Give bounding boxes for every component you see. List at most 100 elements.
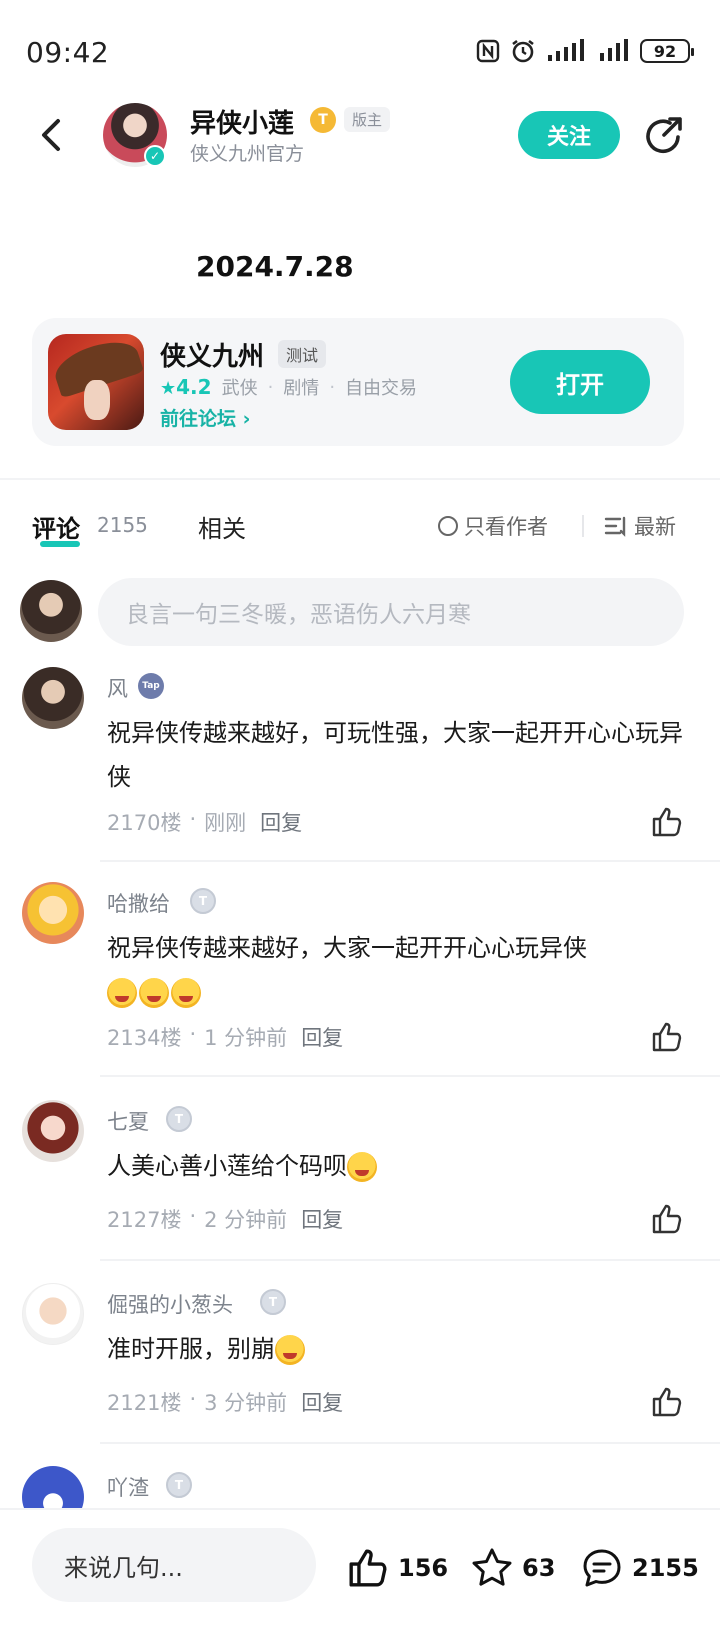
post-title: 2024.7.28: [196, 250, 354, 283]
emoji-icon: [347, 1152, 377, 1182]
sort-button[interactable]: 最新: [604, 511, 676, 541]
game-name: 侠义九州: [160, 342, 265, 372]
emoji-icon: [107, 978, 137, 1008]
game-genre: 武侠: [221, 378, 258, 399]
level-badge-icon: T: [260, 1289, 286, 1315]
share-button[interactable]: [642, 113, 686, 157]
comment-item: 七夏 T 人美心善小莲给个码呗 2127楼 · 2 分钟前 回复: [0, 1100, 720, 1260]
signal-1-icon: [546, 39, 588, 63]
game-genre: 剧情: [283, 378, 320, 399]
likes-count: 156: [398, 1554, 449, 1582]
comment-item: 倔强的小葱头 T 准时开服，别崩 2121楼 · 3 分钟前 回复: [0, 1283, 720, 1443]
level-badge-icon: T: [190, 888, 216, 914]
commenter-name[interactable]: 风: [107, 673, 128, 703]
commenter-name[interactable]: 七夏: [107, 1106, 149, 1136]
post-header: ✓ 异侠小莲 T 版主 侠义九州官方 关注: [0, 95, 720, 175]
thumbs-up-icon: [349, 1549, 387, 1587]
comment-input[interactable]: 良言一句三冬暖，恶语伤人六月寒: [98, 578, 684, 646]
radio-icon: [438, 516, 458, 536]
comment-divider: [100, 1259, 720, 1261]
author-name[interactable]: 异侠小莲: [190, 103, 294, 140]
follow-button[interactable]: 关注: [518, 111, 620, 159]
like-button[interactable]: [650, 805, 684, 839]
reply-button[interactable]: 回复: [301, 1387, 343, 1417]
like-button[interactable]: [650, 1385, 684, 1419]
sort-icon: [604, 516, 626, 537]
commenter-name[interactable]: 哈撒给: [107, 888, 170, 918]
forum-link[interactable]: 前往论坛 ›: [160, 404, 250, 431]
comment-text: 祝异侠传越来越好，大家一起开开心心玩异侠: [107, 926, 687, 1014]
chevron-right-icon: ›: [242, 408, 251, 430]
thumbs-up-icon: [652, 807, 682, 837]
comment-tabs: 评论 2155 相关 只看作者 最新: [0, 505, 720, 555]
emoji-icon: [171, 978, 201, 1008]
thumbs-up-icon: [652, 1204, 682, 1234]
like-post-button[interactable]: 156: [346, 1546, 448, 1590]
author-subtitle: 侠义九州官方: [190, 143, 305, 165]
bottom-action-bar: 来说几句... 156 63 2155: [0, 1508, 720, 1633]
star-icon: ★: [160, 378, 177, 399]
floor-number: 2170楼: [107, 811, 182, 835]
tab-separator: [582, 515, 584, 537]
star-icon: [472, 1548, 512, 1586]
level-badge-icon: T: [166, 1472, 192, 1498]
commenter-avatar[interactable]: [22, 882, 84, 944]
commenter-avatar[interactable]: [22, 1100, 84, 1162]
game-icon[interactable]: [48, 334, 144, 430]
favorites-count: 63: [522, 1554, 556, 1582]
game-card[interactable]: 侠义九州 测试 ★4.2 武侠 · 剧情 · 自由交易 前往论坛 › 打开: [32, 318, 684, 446]
reply-button[interactable]: 回复: [260, 807, 302, 837]
comment-meta: 2170楼 · 刚刚 回复: [107, 807, 303, 837]
floor-number: 2127楼: [107, 1208, 182, 1232]
comment-time: 2 分钟前: [204, 1208, 288, 1232]
game-rating: 4.2: [176, 375, 212, 399]
thumbs-up-icon: [652, 1022, 682, 1052]
comment-item: 吖渣 T: [0, 1466, 720, 1508]
level-badge-icon: T: [310, 107, 336, 133]
comment-time: 刚刚: [204, 811, 247, 835]
comment-time: 3 分钟前: [204, 1391, 288, 1415]
comments-button[interactable]: 2155: [580, 1546, 699, 1590]
comment-time: 1 分钟前: [204, 1026, 288, 1050]
comment-divider: [100, 1075, 720, 1077]
quick-comment-input[interactable]: 来说几句...: [32, 1528, 316, 1602]
like-button[interactable]: [650, 1020, 684, 1054]
author-only-toggle[interactable]: 只看作者: [438, 511, 548, 541]
comment-divider: [100, 860, 720, 862]
reply-button[interactable]: 回复: [301, 1022, 343, 1052]
alarm-icon: [510, 38, 536, 64]
comment-text: 准时开服，别崩: [107, 1327, 687, 1371]
game-genre: 自由交易: [345, 378, 418, 399]
emoji-icon: [139, 978, 169, 1008]
commenter-avatar[interactable]: [22, 1283, 84, 1345]
status-icons: 92: [476, 38, 694, 64]
role-badge: 版主: [344, 107, 391, 132]
like-button[interactable]: [650, 1202, 684, 1236]
comment-bubble-icon: [583, 1549, 621, 1587]
open-game-button[interactable]: 打开: [510, 350, 650, 414]
comment-meta: 2121楼 · 3 分钟前 回复: [107, 1387, 344, 1417]
commenter-name[interactable]: 倔强的小葱头: [107, 1289, 233, 1319]
floor-number: 2134楼: [107, 1026, 182, 1050]
reply-button[interactable]: 回复: [301, 1204, 343, 1234]
signal-2-icon: [598, 39, 630, 63]
tap-badge-icon: Tap: [138, 673, 164, 699]
my-avatar: [20, 580, 82, 642]
thumbs-up-icon: [652, 1387, 682, 1417]
tab-related[interactable]: 相关: [198, 509, 246, 544]
back-button[interactable]: [34, 113, 74, 157]
commenter-avatar[interactable]: [22, 667, 84, 729]
chevron-left-icon: [42, 119, 60, 151]
favorite-button[interactable]: 63: [470, 1546, 555, 1590]
status-bar: 09:42 92: [0, 0, 720, 100]
share-icon: [646, 117, 682, 154]
emoji-icon: [275, 1335, 305, 1365]
tab-comments[interactable]: 评论: [32, 509, 80, 544]
comment-meta: 2127楼 · 2 分钟前 回复: [107, 1204, 344, 1234]
nfc-icon: [476, 39, 500, 63]
comment-meta: 2134楼 · 1 分钟前 回复: [107, 1022, 344, 1052]
comment-item: 哈撒给 T 祝异侠传越来越好，大家一起开开心心玩异侠 2134楼 · 1 分钟前…: [0, 882, 720, 1072]
commenter-avatar[interactable]: [22, 1466, 84, 1508]
commenter-name[interactable]: 吖渣: [107, 1472, 149, 1502]
section-divider: [0, 478, 720, 480]
